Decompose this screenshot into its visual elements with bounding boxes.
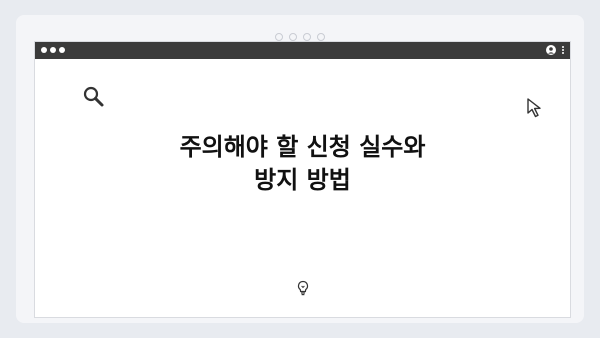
- cursor-icon: [527, 98, 541, 118]
- dot-indicator[interactable]: [303, 33, 311, 41]
- account-icon[interactable]: [546, 45, 556, 55]
- headline-line-2: 방지 방법: [254, 166, 351, 194]
- dot-indicator[interactable]: [317, 33, 325, 41]
- dot-indicator[interactable]: [289, 33, 297, 41]
- browser-window: 주의해야 할 신청 실수와 방지 방법: [34, 41, 571, 318]
- window-close-dot[interactable]: [41, 47, 47, 53]
- dot-indicator[interactable]: [275, 33, 283, 41]
- window-minimize-dot[interactable]: [50, 47, 56, 53]
- window-maximize-dot[interactable]: [59, 47, 65, 53]
- browser-titlebar: [35, 42, 570, 59]
- search-icon[interactable]: [82, 85, 106, 109]
- kebab-menu-icon[interactable]: [561, 45, 565, 56]
- lightbulb-icon: [297, 280, 309, 296]
- headline-line-1: 주의해야 할 신청 실수와: [179, 133, 426, 161]
- page-headline: 주의해야 할 신청 실수와 방지 방법: [35, 131, 570, 197]
